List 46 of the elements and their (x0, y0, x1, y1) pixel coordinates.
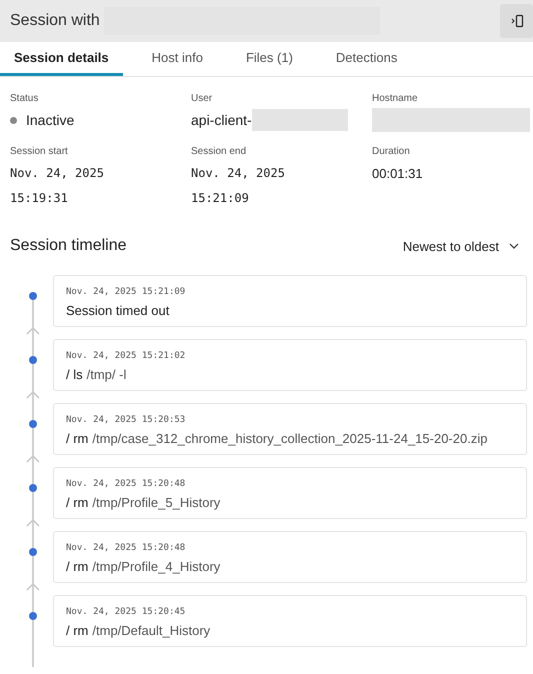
command-name: / rm (66, 495, 88, 510)
status-value: Inactive (26, 112, 74, 128)
date-value: Nov. 24, 2025 (191, 165, 286, 182)
event-time: Nov. 24, 2025 15:20:53 (66, 415, 186, 425)
event-time: Nov. 24, 2025 15:21:09 (66, 287, 186, 297)
command-path: /tmp/Profile_4_History (92, 559, 220, 574)
tab[interactable]: Host info (138, 42, 217, 76)
event-time: Nov. 24, 2025 15:20:48 (66, 479, 186, 489)
panel-title: Session with (10, 12, 100, 30)
command-path: /tmp/Default_History (92, 623, 210, 638)
user-value: api-client- (191, 112, 252, 128)
tab[interactable]: Session details (0, 42, 123, 76)
section-title: Session timeline (10, 237, 126, 255)
collapse-panel-button[interactable] (500, 4, 533, 38)
date-value: Nov. 24, 2025 (10, 165, 105, 182)
field-label: Session start (10, 146, 69, 157)
command-path: /tmp/case_312_chrome_history_collection_2025-11-24_15-20-20.zip (92, 431, 488, 446)
command-name: / ls (66, 367, 83, 382)
command-path: /tmp/Profile_5_History (92, 495, 220, 510)
sort-dropdown[interactable]: Newest to oldest (402, 238, 519, 254)
event-time: Nov. 24, 2025 15:20:45 (66, 607, 186, 617)
collapse-panel-icon (510, 14, 524, 28)
field-label: User (191, 93, 214, 104)
command-name: / rm (66, 431, 88, 446)
field-label: Duration (372, 146, 411, 157)
field-label: Status (10, 93, 40, 104)
command-path: /tmp/ -l (86, 367, 126, 382)
tab[interactable]: Files (1) (232, 42, 307, 76)
field-label: Session end (191, 146, 248, 157)
duration-value: 00:01:31 (372, 165, 424, 183)
time-value: 15:19:31 (10, 190, 69, 207)
event-text: Session timed out (66, 303, 170, 318)
timeline-node (29, 548, 37, 556)
timeline-node (29, 612, 37, 620)
command-name: / rm (66, 559, 88, 574)
command-name: / rm (66, 623, 88, 638)
timeline-node (29, 356, 37, 364)
field-label: Hostname (372, 93, 419, 104)
event-time: Nov. 24, 2025 15:20:48 (66, 543, 186, 553)
timeline-node (29, 292, 37, 300)
chevron-down-icon (509, 243, 519, 249)
event-time: Nov. 24, 2025 15:21:02 (66, 351, 186, 361)
timeline-node (29, 484, 37, 492)
timeline-node (29, 420, 37, 428)
time-value: 15:21:09 (191, 190, 250, 207)
tab[interactable]: Detections (322, 42, 412, 76)
